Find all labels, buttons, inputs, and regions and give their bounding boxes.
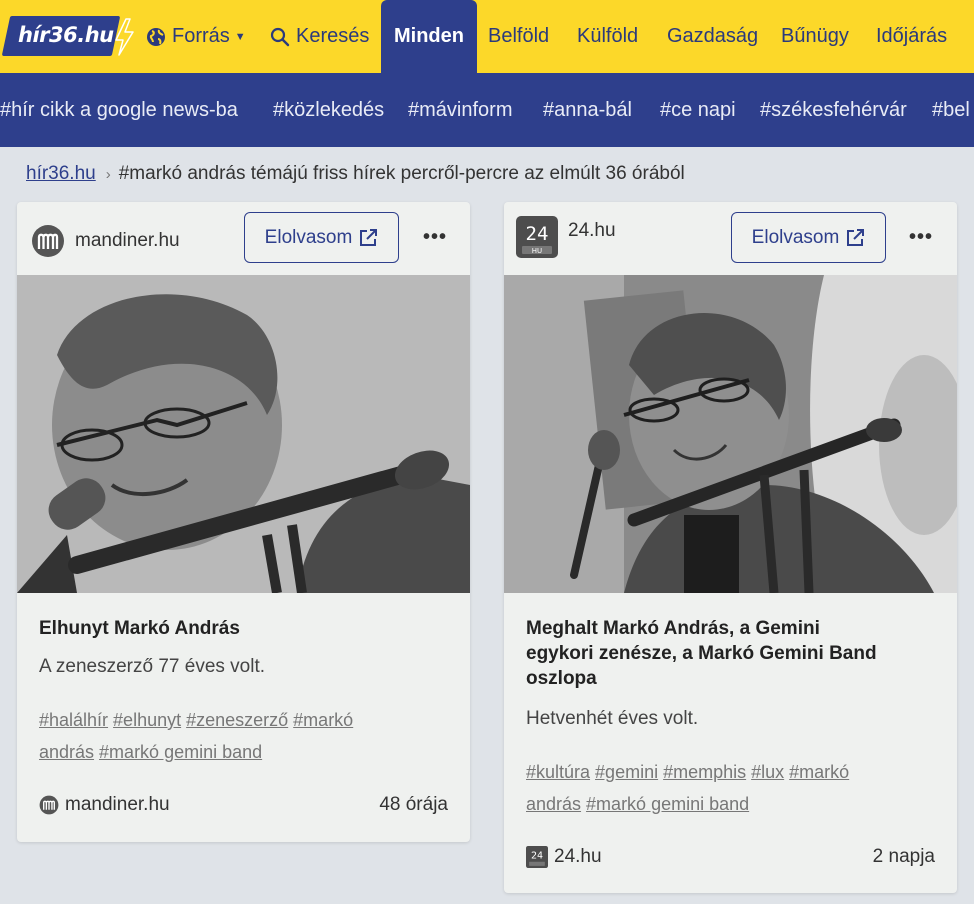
trending-tag[interactable]: #anna-bál — [543, 99, 632, 122]
read-article-button[interactable]: Elolvasom — [244, 212, 399, 263]
article-tag[interactable]: #gemini — [595, 762, 658, 782]
article-tag[interactable]: #markó — [789, 762, 849, 782]
article-tag[interactable]: #markó gemini band — [99, 742, 262, 762]
card-source-name: 24.hu — [568, 220, 616, 241]
article-title-line: Elhunyt Markó András — [39, 618, 240, 639]
article-tags-row: andrás #markó gemini band — [39, 736, 358, 768]
article-tag[interactable]: #memphis — [663, 762, 746, 782]
card-footer-source[interactable]: 24 24.hu — [526, 846, 602, 868]
article-lead: Hetvenhét éves volt. — [526, 708, 699, 729]
lightning-icon — [115, 18, 134, 56]
breadcrumb-separator-icon: › — [105, 166, 111, 183]
card-source[interactable]: 24 HU 24.hu — [516, 216, 616, 258]
article-image — [17, 275, 470, 593]
article-title-line: Meghalt Markó András, a Gemini — [526, 618, 820, 639]
trending-tag[interactable]: #bel — [932, 99, 970, 122]
article-tags: #kultúra #gemini #memphis #lux #markó andrás… — [526, 756, 854, 820]
trending-tag[interactable]: #ce napi — [660, 99, 736, 122]
article-tags-row: #halálhír #elhunyt #zeneszerző #markó — [39, 704, 358, 736]
article-tags: #halálhír #elhunyt #zeneszerző #markó andrá… — [39, 704, 358, 768]
search-icon — [270, 27, 290, 46]
trending-tag[interactable]: #mávinform — [408, 99, 512, 122]
tab-belfold[interactable]: Belföld — [488, 0, 549, 73]
breadcrumb-home-link[interactable]: hír36.hu — [26, 163, 96, 184]
tab-kulfold[interactable]: Külföld — [577, 0, 638, 73]
article-tag[interactable]: #markó gemini band — [586, 794, 749, 814]
read-article-button[interactable]: Elolvasom — [731, 212, 886, 263]
trending-tag[interactable]: #székesfehérvár — [760, 99, 907, 122]
article-tag[interactable]: #markó — [293, 710, 353, 730]
article-title[interactable]: Elhunyt Markó András — [39, 616, 240, 641]
mandiner-logo-icon — [32, 225, 64, 257]
article-time: 2 napja — [872, 846, 935, 867]
article-tag[interactable]: #elhunyt — [113, 710, 181, 730]
article-image — [504, 275, 957, 593]
article-tag[interactable]: #zeneszerző — [186, 710, 288, 730]
trending-tag[interactable]: #közlekedés — [273, 99, 384, 122]
breadcrumb-current: #markó andrás témájú friss hírek percről… — [118, 163, 685, 184]
article-tags-row: #kultúra #gemini #memphis #lux #markó — [526, 756, 854, 788]
24hu-logo-icon: 24 HU — [516, 216, 558, 258]
more-options-button[interactable]: ••• — [909, 226, 933, 249]
logo-text: hír36.hu — [18, 23, 114, 47]
top-navbar: hír36.hu Forrás ▼ Keresés Minden Belföld… — [0, 0, 974, 73]
more-options-button[interactable]: ••• — [423, 226, 447, 249]
article-photo[interactable] — [504, 275, 957, 593]
article-tag[interactable]: andrás — [39, 742, 94, 762]
trending-tag[interactable]: #hír cikk a google news-ba — [0, 99, 238, 122]
read-article-label: Elolvasom — [751, 226, 840, 248]
external-link-icon — [360, 228, 378, 246]
card-source[interactable]: mandiner.hu — [31, 224, 180, 258]
news-card: mandiner.hu Elolvasom ••• Elhunyt Markó … — [17, 202, 470, 842]
article-tag[interactable]: #lux — [751, 762, 784, 782]
article-photo[interactable] — [17, 275, 470, 593]
card-source-name: mandiner.hu — [75, 230, 180, 251]
caret-down-icon: ▼ — [234, 30, 246, 43]
svg-text:24: 24 — [526, 223, 549, 245]
tab-minden[interactable]: Minden — [381, 0, 477, 73]
article-title[interactable]: Meghalt Markó András, a Gemini egykori z… — [526, 616, 877, 691]
search-link[interactable]: Keresés — [270, 0, 369, 73]
card-footer-source-name: mandiner.hu — [65, 794, 170, 815]
read-article-label: Elolvasom — [264, 226, 353, 248]
article-tag[interactable]: #kultúra — [526, 762, 590, 782]
article-tag[interactable]: andrás — [526, 794, 581, 814]
tab-bunugy[interactable]: Bűnügy — [781, 0, 849, 73]
external-link-icon — [847, 228, 865, 246]
svg-text:24: 24 — [531, 851, 543, 862]
search-label: Keresés — [296, 25, 370, 47]
news-card: 24 HU 24.hu Elolvasom ••• Meghalt Markó … — [504, 202, 957, 893]
article-time: 48 órája — [379, 794, 448, 815]
site-logo[interactable]: hír36.hu — [1, 16, 134, 56]
svg-text:HU: HU — [532, 247, 542, 255]
tab-gazdasag[interactable]: Gazdaság — [667, 0, 758, 73]
card-footer-source-name: 24.hu — [554, 846, 602, 867]
article-tag[interactable]: #halálhír — [39, 710, 108, 730]
article-title-line: oszlopa — [526, 668, 597, 689]
globe-icon — [147, 27, 165, 46]
source-dropdown-label: Forrás — [172, 25, 230, 47]
mandiner-logo-icon — [39, 795, 59, 815]
tab-idojaras[interactable]: Időjárás — [876, 0, 947, 73]
article-tags-row: andrás #markó gemini band — [526, 788, 854, 820]
source-dropdown[interactable]: Forrás ▼ — [146, 0, 246, 73]
breadcrumb: hír36.hu › #markó andrás témájú friss híre… — [26, 163, 685, 185]
article-lead: A zeneszerző 77 éves volt. — [39, 656, 266, 677]
card-footer-source[interactable]: mandiner.hu — [39, 794, 170, 816]
trending-tags-bar: #hír cikk a google news-ba #közlekedés #… — [0, 73, 974, 147]
article-title-line: egykori zenésze, a Markó Gemini Band — [526, 643, 877, 664]
24hu-logo-icon: 24 — [526, 846, 548, 868]
